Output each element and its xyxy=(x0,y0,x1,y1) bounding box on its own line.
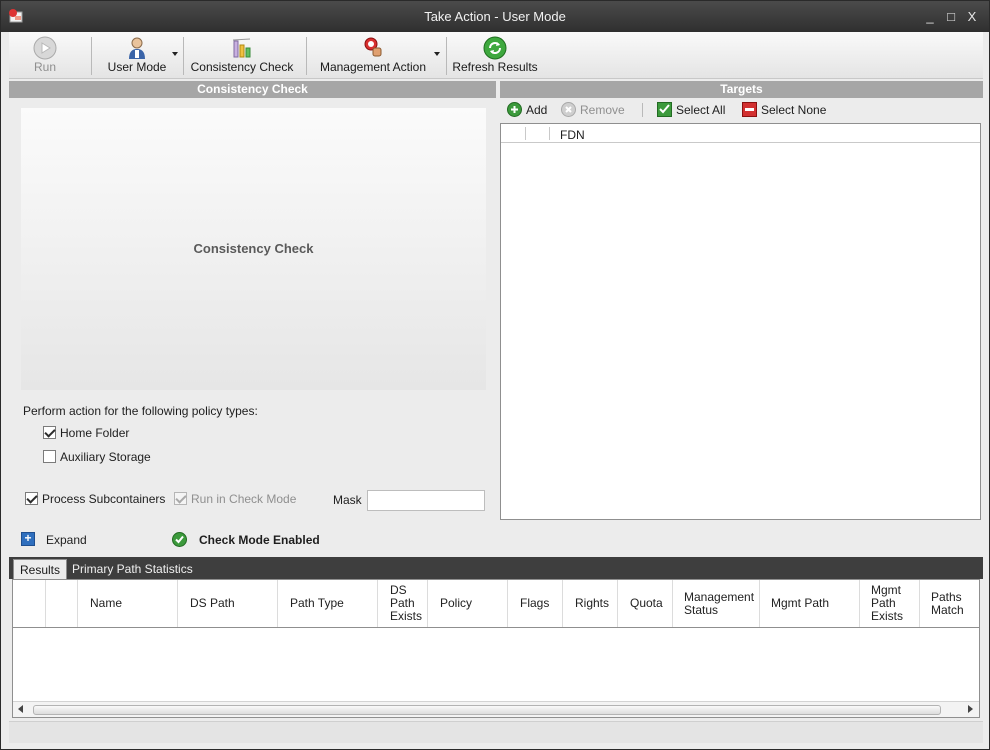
toolbar-separator xyxy=(446,37,447,75)
column-header[interactable]: Rights xyxy=(563,580,618,627)
toolbar-separator xyxy=(91,37,92,75)
refresh-results-label: Refresh Results xyxy=(452,60,538,74)
horizontal-scrollbar[interactable] xyxy=(13,701,979,717)
home-folder-checkbox[interactable] xyxy=(43,426,56,439)
column-header[interactable]: Mgmt Path Exists xyxy=(860,580,920,627)
take-action-window: Take Action - User Mode _ □ X Run User M… xyxy=(0,0,990,750)
consistency-check-header: Consistency Check xyxy=(9,81,496,98)
management-action-label: Management Action xyxy=(319,60,427,74)
column-header-text: Mgmt Path Exists xyxy=(871,583,904,623)
maximize-button[interactable]: □ xyxy=(942,8,960,26)
column-separator xyxy=(525,127,526,140)
main-toolbar: Run User Mode Consistency Check Manageme… xyxy=(9,32,983,79)
select-none-icon xyxy=(742,102,757,117)
toolbar-separator xyxy=(183,37,184,75)
select-all-icon xyxy=(657,102,672,117)
status-bar xyxy=(9,721,983,743)
column-header[interactable]: DS Path xyxy=(178,580,278,627)
user-mode-button[interactable]: User Mode xyxy=(105,32,169,78)
run-in-check-mode-label: Run in Check Mode xyxy=(191,492,297,506)
auxiliary-storage-checkbox[interactable] xyxy=(43,450,56,463)
targets-list-header: FDN xyxy=(501,124,980,143)
targets-list[interactable]: FDN xyxy=(500,123,981,520)
user-mode-label: User Mode xyxy=(107,60,167,74)
fdn-column-header[interactable]: FDN xyxy=(560,128,585,142)
scroll-left-arrow-icon[interactable] xyxy=(18,705,23,713)
column-header[interactable]: Flags xyxy=(508,580,563,627)
grid-header-spacer xyxy=(13,580,46,627)
window-title: Take Action - User Mode xyxy=(424,9,566,24)
check-mode-status: Check Mode Enabled xyxy=(199,533,320,547)
column-header[interactable]: Policy xyxy=(428,580,508,627)
scrollbar-thumb[interactable] xyxy=(33,705,941,715)
expand-toggle-icon[interactable]: + xyxy=(21,532,35,546)
process-subcontainers-label: Process Subcontainers xyxy=(42,492,166,506)
remove-button[interactable]: Remove xyxy=(580,103,625,117)
tab-results[interactable]: Results xyxy=(13,559,68,579)
placeholder-title: Consistency Check xyxy=(193,241,314,256)
results-grid-header: Name DS Path Path Type DS Path Exists Po… xyxy=(13,580,979,628)
column-header[interactable]: DS Path Exists xyxy=(378,580,428,627)
remove-icon xyxy=(561,102,576,117)
add-icon xyxy=(507,102,522,117)
consistency-check-placeholder: Consistency Check xyxy=(21,108,486,390)
results-grid[interactable]: Name DS Path Path Type DS Path Exists Po… xyxy=(12,579,980,718)
title-bar: Take Action - User Mode _ □ X xyxy=(1,1,989,32)
chart-icon xyxy=(232,38,251,58)
run-label: Run xyxy=(33,60,56,74)
minimize-button[interactable]: _ xyxy=(921,8,939,26)
refresh-icon xyxy=(483,36,507,60)
toolbar-separator xyxy=(306,37,307,75)
run-in-check-mode-checkbox[interactable] xyxy=(174,492,187,505)
run-button[interactable]: Run xyxy=(25,32,65,78)
management-action-button[interactable]: Management Action xyxy=(314,32,432,78)
grid-header-spacer xyxy=(46,580,78,627)
consistency-check-button[interactable]: Consistency Check xyxy=(189,32,295,78)
policy-types-label: Perform action for the following policy … xyxy=(23,404,258,418)
column-header[interactable]: Paths Match xyxy=(920,580,979,627)
expand-label[interactable]: Expand xyxy=(46,533,87,547)
targets-separator xyxy=(642,103,643,117)
user-icon xyxy=(129,37,145,59)
auxiliary-storage-label: Auxiliary Storage xyxy=(60,450,151,464)
column-separator xyxy=(549,127,550,140)
column-header[interactable]: Name xyxy=(78,580,178,627)
column-header[interactable]: Mgmt Path xyxy=(760,580,860,627)
home-folder-label: Home Folder xyxy=(60,426,130,440)
tab-primary-path-statistics[interactable]: Primary Path Statistics xyxy=(66,559,199,579)
column-header[interactable]: Quota xyxy=(618,580,673,627)
consistency-check-label: Consistency Check xyxy=(190,60,294,74)
select-none-button[interactable]: Select None xyxy=(761,103,826,117)
column-header-text: DS Path Exists xyxy=(390,583,423,623)
mask-label: Mask xyxy=(333,493,362,507)
user-mode-dropdown-arrow[interactable] xyxy=(172,52,178,56)
column-header[interactable]: Path Type xyxy=(278,580,378,627)
play-icon xyxy=(33,36,57,60)
targets-header: Targets xyxy=(500,81,983,98)
management-action-dropdown-arrow[interactable] xyxy=(434,52,440,56)
scroll-right-arrow-icon[interactable] xyxy=(968,705,973,713)
close-button[interactable]: X xyxy=(963,8,981,26)
column-header[interactable]: Management Status xyxy=(673,580,760,627)
refresh-results-button[interactable]: Refresh Results xyxy=(452,32,538,78)
process-subcontainers-checkbox[interactable] xyxy=(25,492,38,505)
column-header-text: Paths Match xyxy=(931,589,964,617)
check-mode-icon xyxy=(172,532,187,547)
mask-input[interactable] xyxy=(367,490,485,511)
select-all-button[interactable]: Select All xyxy=(676,103,725,117)
column-header-text: Management Status xyxy=(684,589,755,617)
add-button[interactable]: Add xyxy=(526,103,547,117)
management-action-icon xyxy=(364,37,382,57)
